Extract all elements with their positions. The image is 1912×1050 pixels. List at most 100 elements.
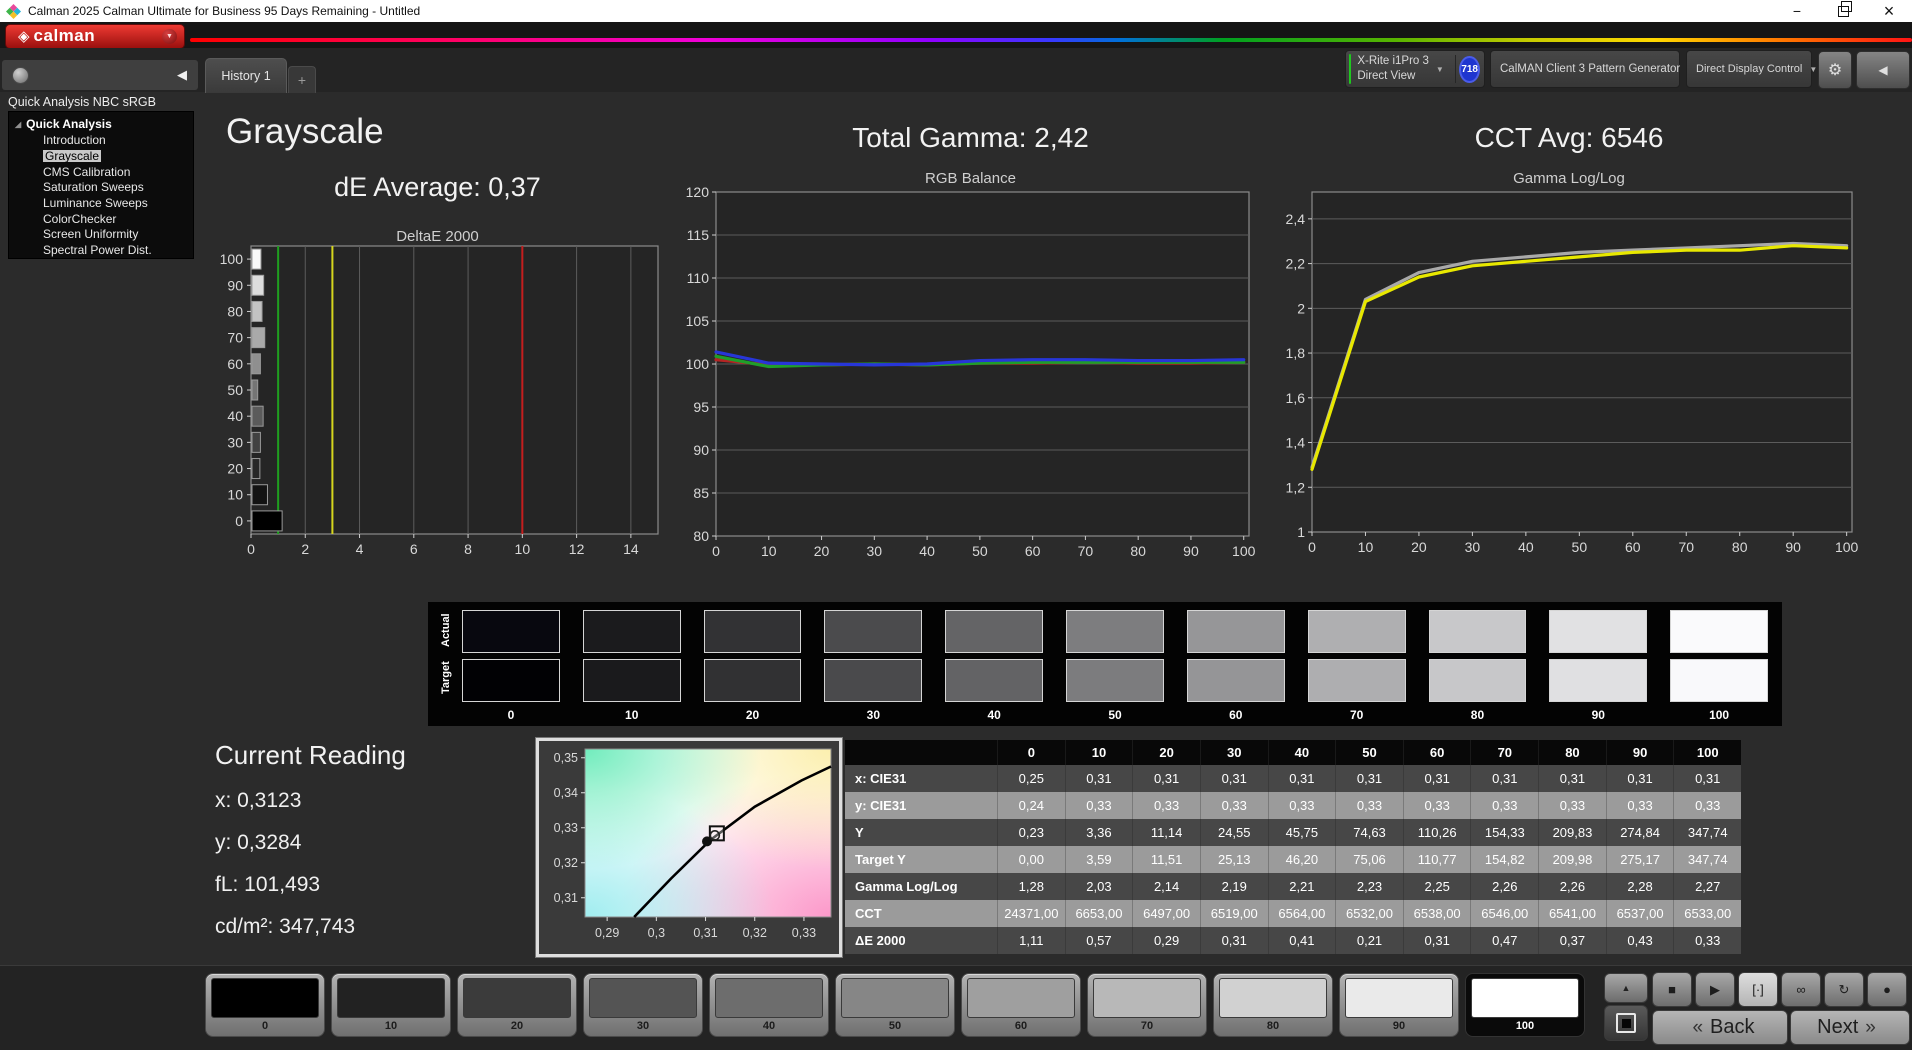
stop-button[interactable]: ■ bbox=[1652, 972, 1692, 1007]
target-swatch-60 bbox=[1187, 659, 1285, 702]
swatch-column-label: 80 bbox=[1429, 708, 1527, 723]
pattern-level-button-0[interactable]: 0 bbox=[205, 973, 325, 1037]
sidebar-item-saturation-sweeps[interactable]: Saturation Sweeps bbox=[15, 181, 193, 194]
svg-text:0,32: 0,32 bbox=[743, 926, 767, 940]
pattern-swatch bbox=[967, 978, 1075, 1018]
table-cell: 0,23 bbox=[997, 819, 1065, 846]
table-cell: 74,63 bbox=[1335, 819, 1403, 846]
sidebar-item-cms-calibration[interactable]: CMS Calibration bbox=[15, 166, 193, 179]
actual-swatch-50 bbox=[1066, 610, 1164, 653]
next-button[interactable]: Next » bbox=[1790, 1010, 1910, 1045]
table-corner-cell bbox=[845, 740, 997, 765]
target-swatch-50 bbox=[1066, 659, 1164, 702]
logo-dropdown-icon: ▼ bbox=[162, 29, 177, 44]
table-cell: 0,33 bbox=[1132, 792, 1200, 819]
toolbar-expand-button[interactable]: ▲ bbox=[1604, 973, 1648, 1003]
pattern-level-button-70[interactable]: 70 bbox=[1087, 973, 1207, 1037]
pattern-level-button-10[interactable]: 10 bbox=[331, 973, 451, 1037]
table-header-cell: 10 bbox=[1065, 740, 1133, 765]
pattern-level-buttons: 010203040 50 607080 90 100 bbox=[205, 973, 1585, 1037]
play-button[interactable]: ▶ bbox=[1695, 972, 1735, 1007]
table-cell: 25,13 bbox=[1200, 846, 1268, 873]
table-cell: 0,57 bbox=[1065, 927, 1133, 954]
back-button[interactable]: « Back bbox=[1652, 1010, 1788, 1045]
svg-text:90: 90 bbox=[1785, 539, 1801, 555]
sidebar-item-luminance-sweeps[interactable]: Luminance Sweeps bbox=[15, 197, 193, 210]
table-row: Target Y0,003,5911,5125,1346,2075,06110,… bbox=[845, 846, 1741, 873]
grayscale-swatch-band: Actual Target 0102030405060708090100 bbox=[428, 602, 1782, 726]
reading-fl: fL: 101,493 bbox=[215, 873, 406, 897]
calman-logo-icon: ◈ bbox=[18, 29, 30, 44]
window-pattern-toggle[interactable] bbox=[1604, 1005, 1648, 1041]
window-controls: − × bbox=[1774, 0, 1912, 22]
pattern-level-button-60[interactable]: 60 bbox=[961, 973, 1081, 1037]
sidebar-collapse-button[interactable]: ◀ bbox=[170, 63, 194, 87]
play-icon: ▶ bbox=[1710, 982, 1720, 998]
pattern-window-button[interactable]: [·] bbox=[1738, 972, 1778, 1007]
table-cell: 0,33 bbox=[1673, 792, 1741, 819]
target-swatch-100 bbox=[1670, 659, 1768, 702]
table-cell: 2,27 bbox=[1673, 873, 1741, 900]
display-control-selector[interactable]: Direct Display Control ▼ bbox=[1686, 50, 1812, 88]
svg-text:80: 80 bbox=[1732, 539, 1748, 555]
calman-logo-text: calman bbox=[34, 26, 96, 46]
pattern-level-label: 50 bbox=[841, 1018, 949, 1034]
svg-text:80: 80 bbox=[693, 528, 709, 544]
sidebar-item-label: Luminance Sweeps bbox=[43, 197, 148, 210]
sidebar-item-colorchecker[interactable]: ColorChecker bbox=[15, 213, 193, 226]
tab-history-1[interactable]: History 1 bbox=[205, 58, 287, 93]
table-cell: 6533,00 bbox=[1673, 900, 1741, 927]
restore-button[interactable] bbox=[1820, 0, 1866, 22]
sidebar-item-screen-uniformity[interactable]: Screen Uniformity bbox=[15, 228, 193, 241]
pattern-level-button-100[interactable]: 100 bbox=[1465, 973, 1585, 1037]
sidebar-item-spectral-power-dist[interactable]: Spectral Power Dist. bbox=[15, 244, 193, 257]
meter-selector[interactable]: X-Rite i1Pro 3 Direct View ▼ 718 bbox=[1345, 50, 1485, 88]
settings-button[interactable]: ⚙ bbox=[1818, 51, 1852, 89]
table-cell: 3,59 bbox=[1065, 846, 1133, 873]
deltae-bar-chart: 100908070605040302010002468101214 bbox=[205, 238, 670, 568]
knob-button[interactable]: ● bbox=[1867, 972, 1907, 1007]
sidebar-item-grayscale[interactable]: Grayscale bbox=[15, 150, 193, 163]
refresh-button[interactable]: ↻ bbox=[1824, 972, 1864, 1007]
pattern-swatch bbox=[1471, 978, 1579, 1018]
svg-text:30: 30 bbox=[1465, 539, 1481, 555]
pattern-level-button-50[interactable]: 50 bbox=[835, 973, 955, 1037]
pattern-level-button-80[interactable]: 80 bbox=[1213, 973, 1333, 1037]
pattern-level-button-90[interactable]: 90 bbox=[1339, 973, 1459, 1037]
pattern-level-button-40[interactable]: 40 bbox=[709, 973, 829, 1037]
table-cell: 6546,00 bbox=[1470, 900, 1538, 927]
tree-root-label: Quick Analysis bbox=[26, 117, 112, 131]
svg-text:8: 8 bbox=[464, 541, 472, 557]
svg-text:100: 100 bbox=[220, 251, 244, 267]
table-cell: 0,33 bbox=[1268, 792, 1336, 819]
swatch-column-label: 0 bbox=[462, 708, 560, 723]
table-row: ΔE 20001,110,570,290,310,410,210,310,470… bbox=[845, 927, 1741, 954]
table-cell: 3,36 bbox=[1065, 819, 1133, 846]
actual-swatch-0 bbox=[462, 610, 560, 653]
svg-text:1,6: 1,6 bbox=[1286, 390, 1306, 406]
pattern-level-button-20[interactable]: 20 bbox=[457, 973, 577, 1037]
table-cell: 0,31 bbox=[1538, 765, 1606, 792]
minimize-button[interactable]: − bbox=[1774, 0, 1820, 22]
continuous-loop-button[interactable]: ∞ bbox=[1781, 972, 1821, 1007]
table-cell: 2,23 bbox=[1335, 873, 1403, 900]
table-cell: 6532,00 bbox=[1335, 900, 1403, 927]
pattern-level-label: 90 bbox=[1345, 1018, 1453, 1034]
pattern-level-button-30[interactable]: 30 bbox=[583, 973, 703, 1037]
svg-text:1,4: 1,4 bbox=[1286, 435, 1306, 451]
svg-text:4: 4 bbox=[356, 541, 364, 557]
panel-collapse-button[interactable]: ◀ bbox=[1856, 51, 1910, 89]
swatch-column-label: 100 bbox=[1670, 708, 1768, 723]
pattern-generator-selector[interactable]: CalMAN Client 3 Pattern Generator ▼ bbox=[1490, 50, 1680, 88]
actual-swatch-30 bbox=[824, 610, 922, 653]
calman-menu-button[interactable]: ◈ calman ▼ bbox=[5, 24, 185, 49]
add-tab-button[interactable]: + bbox=[288, 66, 316, 93]
tree-root-quick-analysis[interactable]: ◢ Quick Analysis bbox=[15, 117, 193, 131]
table-cell: 1,28 bbox=[997, 873, 1065, 900]
tree-expander-icon: ◢ bbox=[15, 120, 21, 129]
sidebar-item-introduction[interactable]: Introduction bbox=[15, 134, 193, 147]
close-button[interactable]: × bbox=[1866, 0, 1912, 22]
svg-text:60: 60 bbox=[1625, 539, 1641, 555]
actual-swatch-20 bbox=[704, 610, 802, 653]
table-cell: 1,11 bbox=[997, 927, 1065, 954]
